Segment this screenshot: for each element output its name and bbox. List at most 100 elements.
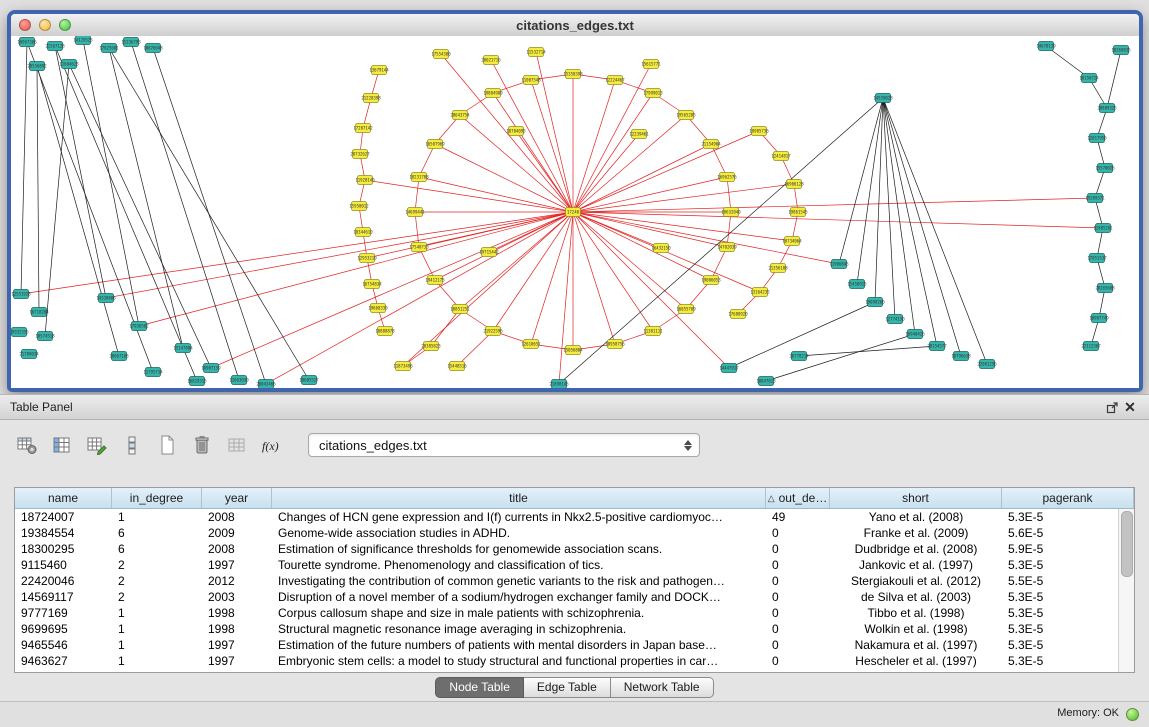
network-node[interactable]: 16754834: [362, 280, 382, 289]
zoom-window-button[interactable]: [59, 19, 71, 31]
network-node[interactable]: 16962576: [717, 173, 737, 182]
network-node[interactable]: 10851251: [450, 305, 470, 314]
network-node[interactable]: 16055709: [676, 305, 696, 314]
column-header-year[interactable]: year: [202, 488, 272, 508]
tab-network-table[interactable]: Network Table: [611, 677, 714, 698]
network-node[interactable]: 20778214: [789, 352, 809, 361]
network-node[interactable]: 20385823: [421, 342, 441, 351]
network-node[interactable]: 18985736: [749, 127, 769, 136]
network-node[interactable]: 19804989: [483, 89, 503, 98]
network-node[interactable]: 16718204: [29, 308, 49, 317]
tab-node-table[interactable]: Node Table: [435, 677, 524, 698]
network-node[interactable]: 17051537: [1087, 254, 1107, 263]
column-header-pagerank[interactable]: pagerank: [1002, 488, 1134, 508]
table-row[interactable]: 1456911722003Disruption of a novel membe…: [15, 589, 1119, 605]
column-header-title[interactable]: title: [272, 488, 766, 508]
network-node[interactable]: 18632040: [721, 208, 741, 217]
close-panel-button[interactable]: ✕: [1121, 398, 1139, 416]
network-node[interactable]: 12774150: [885, 315, 905, 324]
function-builder-button[interactable]: f(x): [259, 433, 285, 457]
network-node[interactable]: 18158724: [1079, 74, 1099, 83]
network-node[interactable]: 11906845: [829, 260, 849, 269]
network-node[interactable]: 11684623: [59, 60, 79, 69]
network-node[interactable]: 10796638: [951, 352, 971, 361]
network-node[interactable]: 21922596: [483, 327, 503, 336]
network-node[interactable]: 18344610: [353, 228, 373, 237]
table-select-dropdown[interactable]: citations_edges.txt: [308, 433, 700, 457]
network-node[interactable]: 18704095: [506, 127, 526, 136]
network-node[interactable]: 21890145: [549, 380, 569, 389]
network-node[interactable]: 22112367: [1081, 342, 1101, 351]
network-node[interactable]: 20265688: [1095, 284, 1115, 293]
network-node[interactable]: 11920140: [355, 176, 375, 185]
network-node[interactable]: 20043466: [256, 380, 276, 389]
float-panel-button[interactable]: [1103, 398, 1121, 416]
network-node[interactable]: 19086053: [701, 276, 721, 285]
table-row[interactable]: 946362711997Embryonic stem cells: a mode…: [15, 653, 1119, 669]
network-node[interactable]: 15347804: [173, 344, 193, 353]
column-header-name[interactable]: name: [15, 488, 112, 508]
column-header-short[interactable]: short: [830, 488, 1002, 508]
network-node[interactable]: 16507969: [425, 140, 445, 149]
network-node[interactable]: 17999013: [643, 89, 663, 98]
vertical-scrollbar[interactable]: [1118, 509, 1134, 672]
network-node[interactable]: 12224467: [605, 76, 625, 85]
network-node[interactable]: 14702039: [717, 243, 737, 252]
table-row[interactable]: 1938455462009Genome-wide association stu…: [15, 525, 1119, 541]
network-node[interactable]: 14670139: [1036, 42, 1056, 51]
network-node[interactable]: 14447917: [719, 364, 739, 373]
minimize-window-button[interactable]: [39, 19, 51, 31]
network-node[interactable]: 20667103: [109, 352, 129, 361]
table-row[interactable]: 911546021997Tourette syndrome. Phenomeno…: [15, 557, 1119, 573]
table-row[interactable]: 1830029562008Estimation of significance …: [15, 541, 1119, 557]
network-node[interactable]: 13679144: [369, 66, 389, 75]
table-row[interactable]: 1872400712008Changes of HCN gene express…: [15, 509, 1119, 525]
network-node[interactable]: 12610651: [521, 340, 541, 349]
network-node[interactable]: 21228398: [361, 94, 381, 103]
network-node[interactable]: 16906128: [784, 180, 804, 189]
network-node[interactable]: 11381111: [643, 327, 663, 336]
network-node[interactable]: 21789034: [19, 350, 39, 359]
table-row[interactable]: 2242004622012Investigating the contribut…: [15, 573, 1119, 589]
network-node[interactable]: 14559028: [873, 94, 893, 103]
memory-status-indicator[interactable]: [1126, 708, 1139, 721]
network-node[interactable]: 20154577: [927, 342, 947, 351]
network-node[interactable]: 20021716: [481, 56, 501, 65]
network-node[interactable]: 16829315: [187, 377, 207, 386]
network-node[interactable]: 11873496: [393, 362, 413, 371]
network-node[interactable]: 14129525: [73, 36, 93, 45]
table-settings-button[interactable]: [14, 433, 40, 457]
network-node[interactable]: 12239461: [629, 130, 649, 139]
network-node[interactable]: 12551928: [11, 290, 31, 299]
network-node[interactable]: 19932355: [11, 328, 29, 337]
network-node[interactable]: 20732627: [350, 150, 370, 159]
network-node[interactable]: 18987159: [201, 364, 221, 373]
network-node[interactable]: 15448516: [447, 362, 467, 371]
network-node[interactable]: 19715442: [479, 248, 499, 257]
network-node[interactable]: 15570026: [1095, 164, 1115, 173]
network-node[interactable]: 12663039: [229, 376, 249, 385]
close-window-button[interactable]: [19, 19, 31, 31]
tab-edge-table[interactable]: Edge Table: [524, 677, 611, 698]
network-node[interactable]: 19098260: [865, 298, 885, 307]
network-node[interactable]: 17554300: [431, 50, 451, 59]
network-node[interactable]: 19668339: [368, 304, 388, 313]
window-titlebar[interactable]: citations_edges.txt: [11, 14, 1139, 37]
network-node[interactable]: 17825681: [99, 44, 119, 53]
network-node[interactable]: 15458915: [847, 280, 867, 289]
network-node[interactable]: 20643754: [450, 111, 470, 120]
network-node[interactable]: 11795734: [143, 368, 163, 377]
network-node[interactable]: 10685527: [299, 376, 319, 385]
network-node[interactable]: 19861545: [788, 208, 808, 217]
network-node[interactable]: 17936502: [129, 322, 149, 331]
network-node[interactable]: 10734064: [782, 237, 802, 246]
network-node[interactable]: 10888878: [375, 327, 395, 336]
network-node[interactable]: 17207142: [353, 124, 373, 133]
import-table-button[interactable]: [224, 433, 250, 457]
network-node[interactable]: 12953210: [357, 254, 377, 263]
network-node[interactable]: 10574518: [35, 332, 55, 341]
network-node[interactable]: 16940426: [905, 330, 925, 339]
network-node[interactable]: 18047613: [756, 377, 776, 386]
table-row[interactable]: 969969511998Structural magnetic resonanc…: [15, 621, 1119, 637]
scrollbar-thumb[interactable]: [1121, 511, 1133, 577]
